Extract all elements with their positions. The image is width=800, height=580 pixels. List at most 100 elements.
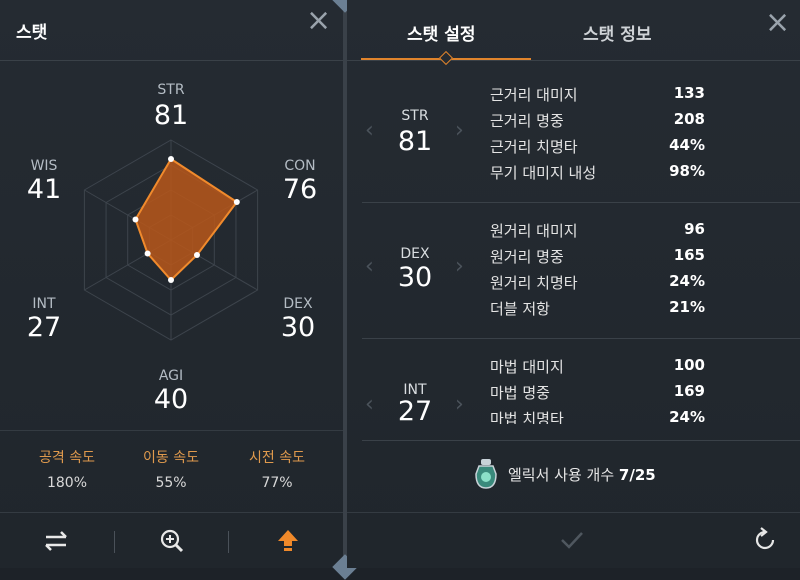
stat-row-value: 208 (673, 110, 705, 128)
header-divider (347, 60, 800, 61)
radar-point-str (168, 156, 174, 162)
tab-stat-settings[interactable]: 스탯 설정 (407, 20, 475, 45)
group-stat-value: 81 (397, 126, 433, 157)
panel-title: 스탯 (16, 23, 48, 43)
stat-row-label: 마법 명중 (490, 384, 550, 402)
cast-speed-label: 시전 속도 (249, 450, 305, 466)
stat-label-str: STR (157, 82, 185, 98)
radar-point-wis (132, 216, 139, 223)
stat-row: 마법 대미지 100 (490, 356, 705, 381)
zoom-in-icon[interactable] (156, 527, 188, 555)
stat-row-label: 무기 대미지 내성 (490, 164, 597, 182)
stat-group-dex: ‹ › DEX 30 원거리 대미지 96 원거리 명중 165 원거리 치명타 24… (347, 214, 800, 334)
radar-point-int (144, 250, 151, 257)
header-divider (0, 60, 343, 61)
stat-value-str: 81 (153, 100, 189, 131)
stat-row-value: 169 (673, 382, 705, 400)
group-stat-name: STR (401, 108, 429, 124)
stat-row-value: 100 (673, 356, 705, 374)
stat-row-label: 근거리 명중 (490, 112, 564, 130)
stat-value-agi: 40 (153, 384, 189, 415)
cast-speed-value: 77% (261, 475, 293, 491)
stat-label-int: INT (32, 296, 56, 312)
stat-row-label: 원거리 치명타 (490, 274, 578, 292)
stat-up-arrow-icon[interactable] (272, 527, 304, 555)
stat-row-value: 21% (669, 298, 705, 316)
tab-stat-info[interactable]: 스탯 정보 (583, 20, 651, 45)
stat-row: 더블 저항 21% (490, 298, 705, 323)
attack-speed-label: 공격 속도 (39, 450, 95, 466)
stat-value-con: 76 (282, 174, 318, 205)
stat-value-dex: 30 (280, 312, 316, 343)
group-divider (362, 202, 800, 203)
stat-value-wis: 41 (26, 174, 62, 205)
stat-row-value: 165 (673, 246, 705, 264)
stat-group-int: ‹ › INT 27 마법 대미지 100 마법 명중 169 마법 치명타 24% (347, 352, 800, 424)
group-stat-name: DEX (400, 246, 430, 262)
stat-panel: 스탯 × STR 81 CON 76 DEX 30 AGI 40 INT 27 … (0, 0, 343, 568)
attack-speed: 공격 속도 180% (12, 447, 122, 491)
elixir-text: 엘릭서 사용 개수 7/25 (508, 464, 656, 485)
decrease-arrow-icon[interactable]: ‹ (365, 254, 374, 279)
stat-row: 원거리 대미지 96 (490, 220, 705, 245)
cast-speed: 시전 속도 77% (222, 447, 332, 491)
stat-row-value: 133 (673, 84, 705, 102)
toolbar-separator (228, 531, 229, 553)
increase-arrow-icon[interactable]: › (455, 118, 464, 143)
group-stat-value: 27 (397, 396, 433, 424)
move-speed: 이동 속도 55% (116, 447, 226, 491)
scroll-viewport[interactable]: ‹ › INT 27 마법 대미지 100 마법 명중 169 마법 치명타 24% (347, 340, 800, 424)
scroll-bottom-divider (362, 440, 800, 441)
stat-row-value: 44% (669, 136, 705, 154)
stat-row-label: 원거리 대미지 (490, 222, 578, 240)
stat-row-label: 마법 대미지 (490, 358, 564, 376)
stat-row: 무기 대미지 내성 98% (490, 162, 705, 187)
stat-label-agi: AGI (158, 368, 184, 384)
bottom-toolbar (0, 512, 343, 569)
increase-arrow-icon[interactable]: › (455, 254, 464, 279)
decrease-arrow-icon[interactable]: ‹ (365, 392, 374, 417)
stat-label-dex: DEX (283, 296, 313, 312)
radar-point-agi (168, 277, 174, 283)
move-speed-value: 55% (155, 475, 187, 491)
elixir-count: 7/25 (618, 466, 656, 484)
stat-row-value: 98% (669, 162, 705, 180)
stat-detail-panel: 스탯 설정 스탯 정보 × ‹ › STR 81 근거리 대미지 133 근거리 … (347, 0, 800, 568)
decrease-arrow-icon[interactable]: ‹ (365, 118, 374, 143)
increase-arrow-icon[interactable]: › (455, 392, 464, 417)
elixir-bottle-icon (475, 459, 497, 489)
stat-value-int: 27 (26, 312, 62, 343)
stat-row: 원거리 치명타 24% (490, 272, 705, 297)
radar-point-con (233, 199, 240, 205)
stat-row-label: 원거리 명중 (490, 248, 564, 266)
stat-row-value: 96 (684, 220, 705, 238)
stat-row-label: 마법 치명타 (490, 410, 564, 424)
swap-icon[interactable] (40, 527, 72, 555)
close-icon[interactable]: × (765, 8, 790, 38)
stat-group-str: ‹ › STR 81 근거리 대미지 133 근거리 명중 208 근거리 치명타 4… (347, 78, 800, 198)
radar-chart-area: STR 81 CON 76 DEX 30 AGI 40 INT 27 WIS 4… (0, 62, 343, 422)
reset-icon[interactable] (749, 524, 781, 560)
stat-row-label: 더블 저항 (490, 300, 550, 318)
stat-label-wis: WIS (30, 158, 58, 174)
stat-row: 근거리 치명타 44% (490, 136, 705, 161)
stat-row-value: 24% (669, 272, 705, 290)
elixir-label: 엘릭서 사용 개수 (508, 466, 615, 484)
stat-row-label: 근거리 치명타 (490, 138, 578, 156)
group-divider (362, 338, 800, 339)
elixir-usage: 엘릭서 사용 개수 7/25 (472, 458, 712, 489)
move-speed-label: 이동 속도 (143, 450, 199, 466)
bottom-divider (347, 512, 800, 513)
stat-row: 근거리 대미지 133 (490, 84, 705, 109)
radar-point-dex (193, 252, 200, 258)
stat-row: 근거리 명중 208 (490, 110, 705, 135)
stat-row: 원거리 명중 165 (490, 246, 705, 271)
stat-row-value: 24% (669, 408, 705, 424)
stat-row-label: 근거리 대미지 (490, 86, 578, 104)
group-stat-value: 30 (397, 262, 433, 293)
close-icon[interactable]: × (306, 6, 331, 36)
active-tab-marker (438, 50, 454, 66)
confirm-check-icon[interactable] (557, 526, 587, 558)
speed-stats: 공격 속도 180% 이동 속도 55% 시전 속도 77% (0, 430, 343, 501)
stat-label-con: CON (284, 158, 316, 174)
